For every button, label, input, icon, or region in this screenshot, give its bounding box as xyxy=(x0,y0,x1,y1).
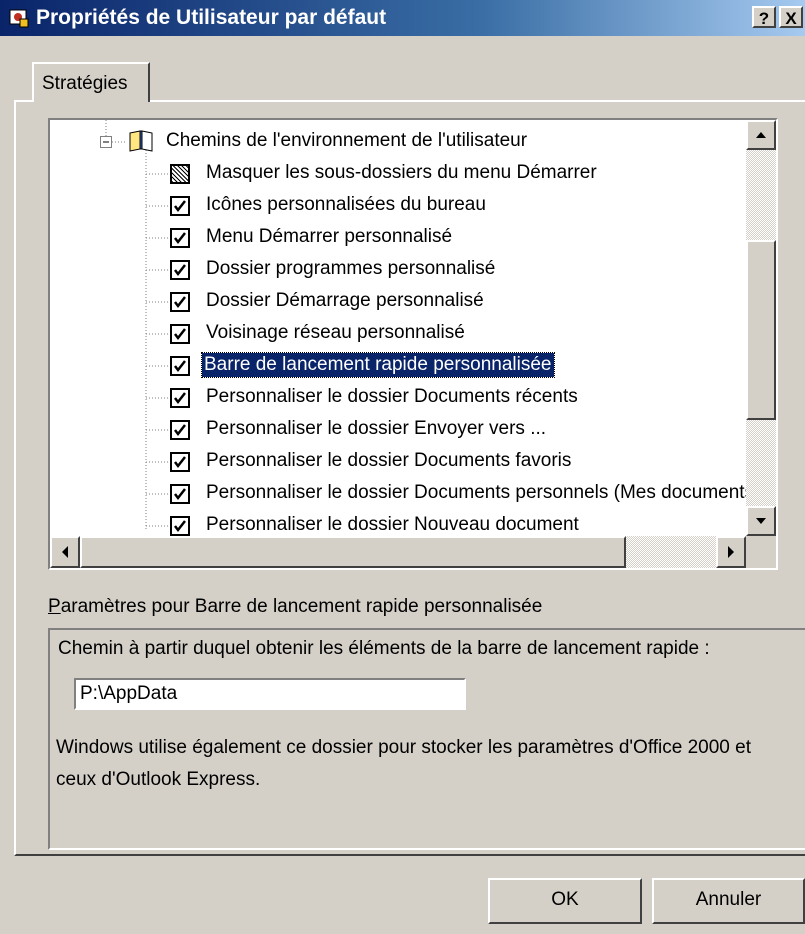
tree-item-label: Personnaliser le dossier Documents favor… xyxy=(206,450,572,471)
arrow-left-icon xyxy=(62,546,68,558)
tree-item-label: Personnaliser le dossier Documents récen… xyxy=(206,386,578,407)
checkbox-indeterminate-icon[interactable] xyxy=(170,164,190,184)
tree-item-label: Personnaliser le dossier Documents perso… xyxy=(206,482,746,503)
checkbox-checked-icon[interactable] xyxy=(170,196,190,216)
tree-item-label: Dossier Démarrage personnalisé xyxy=(206,290,484,311)
policy-tree[interactable]: Chemins de l'environnement de l'utilisat… xyxy=(48,118,778,570)
tree-item[interactable]: Dossier Démarrage personnalisé xyxy=(170,286,740,318)
checkbox-checked-icon[interactable] xyxy=(170,260,190,280)
horizontal-scroll-thumb[interactable] xyxy=(80,536,626,568)
params-panel: Chemin à partir duquel obtenir les éléme… xyxy=(48,628,805,850)
tree-item-label: Personnaliser le dossier Envoyer vers ..… xyxy=(206,418,547,439)
tree-item-selected[interactable]: Barre de lancement rapide personnalisée xyxy=(170,350,740,382)
tree-item[interactable]: Personnaliser le dossier Documents favor… xyxy=(170,446,740,478)
tab-strategies[interactable]: Stratégies xyxy=(32,62,150,102)
checkbox-checked-icon[interactable] xyxy=(170,516,190,536)
params-label-text: aramètres pour Barre de lancement rapide… xyxy=(60,596,543,617)
tree-item[interactable]: Personnaliser le dossier Documents récen… xyxy=(170,382,740,414)
app-icon xyxy=(9,9,29,28)
window-title: Propriétés de Utilisateur par défaut xyxy=(36,6,387,29)
path-input[interactable]: P:\AppData xyxy=(74,678,466,710)
tree-item-label: Barre de lancement rapide personnalisée xyxy=(201,352,555,378)
checkbox-checked-icon[interactable] xyxy=(170,356,190,376)
params-group-label: Paramètres pour Barre de lancement rapid… xyxy=(48,596,542,618)
arrow-right-icon xyxy=(728,546,734,558)
tree-item-label: Masquer les sous-dossiers du menu Démarr… xyxy=(206,162,597,183)
tree-item[interactable]: Menu Démarrer personnalisé xyxy=(170,222,740,254)
scroll-right-button[interactable] xyxy=(716,536,746,568)
book-icon xyxy=(129,130,153,152)
tree-node-label: Chemins de l'environnement de l'utilisat… xyxy=(166,130,528,151)
checkbox-checked-icon[interactable] xyxy=(170,324,190,344)
params-label-mnemonic: P xyxy=(48,596,61,617)
path-prompt: Chemin à partir duquel obtenir les éléme… xyxy=(58,638,710,659)
tree-node-parent[interactable]: Chemins de l'environnement de l'utilisat… xyxy=(100,126,740,158)
scroll-down-button[interactable] xyxy=(746,506,776,536)
tree-item[interactable]: Personnaliser le dossier Envoyer vers ..… xyxy=(170,414,740,446)
tree-item[interactable]: Dossier programmes personnalisé xyxy=(170,254,740,286)
tree-item[interactable]: Personnaliser le dossier Documents perso… xyxy=(170,478,746,510)
cancel-button[interactable]: Annuler xyxy=(652,878,805,924)
scroll-left-button[interactable] xyxy=(50,536,80,568)
tree-item-label: Icônes personnalisées du bureau xyxy=(206,194,486,215)
tree-item-label: Voisinage réseau personnalisé xyxy=(206,322,465,343)
checkbox-checked-icon[interactable] xyxy=(170,420,190,440)
tab-label: Stratégies xyxy=(42,73,128,94)
tree-item[interactable]: Masquer les sous-dossiers du menu Démarr… xyxy=(170,158,740,190)
checkbox-checked-icon[interactable] xyxy=(170,228,190,248)
checkbox-checked-icon[interactable] xyxy=(170,388,190,408)
tree-item-label: Personnaliser le dossier Nouveau documen… xyxy=(206,514,579,535)
scroll-up-button[interactable] xyxy=(746,120,776,150)
horizontal-scrollbar[interactable] xyxy=(50,536,746,568)
scroll-corner xyxy=(746,536,776,568)
collapse-icon[interactable] xyxy=(100,136,112,148)
close-button[interactable]: X xyxy=(779,6,803,28)
arrow-down-icon xyxy=(756,518,766,524)
tree-item[interactable]: Voisinage réseau personnalisé xyxy=(170,318,740,350)
checkbox-checked-icon[interactable] xyxy=(170,452,190,472)
vertical-scroll-thumb[interactable] xyxy=(746,240,776,420)
ok-button[interactable]: OK xyxy=(488,878,642,924)
title-bar[interactable]: Propriétés de Utilisateur par défaut ? X xyxy=(0,0,805,36)
tree-item[interactable]: Icônes personnalisées du bureau xyxy=(170,190,740,222)
tree-item-label: Dossier programmes personnalisé xyxy=(206,258,496,279)
checkbox-checked-icon[interactable] xyxy=(170,484,190,504)
vertical-scrollbar[interactable] xyxy=(746,120,776,536)
checkbox-checked-icon[interactable] xyxy=(170,292,190,312)
tree-item-label: Menu Démarrer personnalisé xyxy=(206,226,453,247)
help-button[interactable]: ? xyxy=(752,6,776,28)
params-note: Windows utilise également ce dossier pou… xyxy=(56,737,752,790)
arrow-up-icon xyxy=(756,132,766,138)
